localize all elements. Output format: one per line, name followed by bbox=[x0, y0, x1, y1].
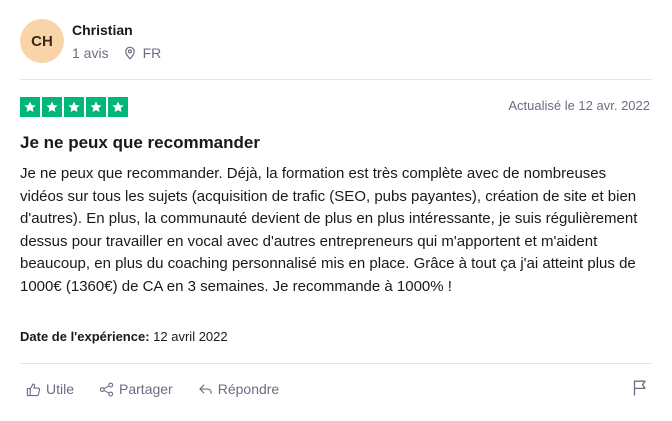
share-icon bbox=[99, 382, 114, 396]
reply-button[interactable]: Répondre bbox=[198, 381, 280, 397]
star-icon bbox=[64, 97, 84, 117]
useful-label: Utile bbox=[46, 381, 75, 397]
experience-date: Date de l'expérience: 12 avril 2022 bbox=[20, 329, 228, 344]
star-rating bbox=[20, 97, 128, 117]
star-icon bbox=[42, 97, 62, 117]
avatar[interactable]: CH bbox=[20, 19, 64, 63]
reviewer-meta: 1 avis FR bbox=[72, 45, 161, 61]
review-card: CH Christian 1 avis FR Actualisé le 12 a… bbox=[0, 0, 672, 421]
reviewer-country: FR bbox=[142, 45, 162, 61]
reviewer-name[interactable]: Christian bbox=[72, 22, 133, 38]
reply-label: Répondre bbox=[217, 381, 280, 397]
reply-icon bbox=[199, 383, 212, 394]
share-label: Partager bbox=[119, 381, 173, 397]
review-actions: Utile Partager Répondre bbox=[26, 381, 304, 397]
review-body: Je ne peux que recommander. Déjà, la for… bbox=[20, 165, 638, 295]
divider bbox=[20, 363, 652, 364]
share-button[interactable]: Partager bbox=[99, 381, 173, 397]
flag-icon[interactable] bbox=[632, 379, 648, 402]
thumbs-up-icon bbox=[26, 383, 41, 396]
review-title[interactable]: Je ne peux que recommander bbox=[20, 133, 260, 153]
star-icon bbox=[20, 97, 40, 117]
experience-value: 12 avril 2022 bbox=[153, 329, 228, 344]
divider bbox=[20, 79, 652, 80]
star-icon bbox=[86, 97, 106, 117]
reviews-count: 1 avis bbox=[72, 45, 109, 61]
updated-date: Actualisé le 12 avr. 2022 bbox=[508, 98, 650, 113]
star-icon bbox=[108, 97, 128, 117]
map-pin-icon bbox=[123, 46, 137, 60]
useful-button[interactable]: Utile bbox=[26, 381, 74, 397]
experience-label: Date de l'expérience: bbox=[20, 329, 150, 344]
